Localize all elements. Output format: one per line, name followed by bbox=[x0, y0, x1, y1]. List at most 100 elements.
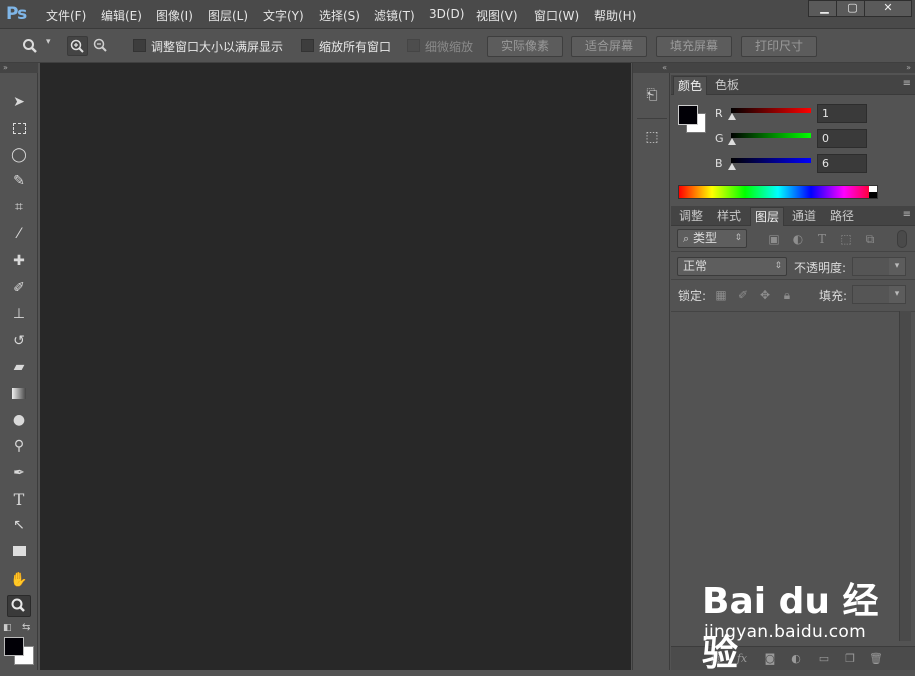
lasso-tool-icon[interactable]: ◯ bbox=[7, 144, 31, 166]
filter-toggle-switch[interactable] bbox=[897, 230, 907, 248]
menu-file[interactable]: 文件(F) bbox=[46, 7, 86, 24]
filter-type-icon[interactable]: T bbox=[815, 232, 829, 246]
color-spectrum-ramp[interactable] bbox=[678, 185, 878, 199]
tab-paths[interactable]: 路径 bbox=[826, 207, 858, 226]
green-value-field[interactable]: 0 bbox=[817, 129, 867, 148]
zoom-out-button[interactable] bbox=[91, 36, 112, 56]
lock-label: 锁定: bbox=[678, 289, 707, 303]
menu-type[interactable]: 文字(Y) bbox=[263, 7, 304, 24]
quick-selection-tool-icon[interactable]: ✎ bbox=[7, 170, 31, 192]
zoom-tool-active-icon[interactable] bbox=[7, 595, 31, 617]
menu-filter[interactable]: 滤镜(T) bbox=[374, 7, 415, 24]
gradient-tool-icon[interactable] bbox=[7, 383, 31, 405]
document-canvas-area[interactable] bbox=[40, 63, 631, 670]
right-panels-collapse-icon[interactable]: » bbox=[671, 63, 915, 73]
color-panel-tabstrip: 颜色 色板 ≡ bbox=[671, 75, 915, 95]
menu-window[interactable]: 窗口(W) bbox=[534, 7, 579, 24]
blend-mode-value: 正常 bbox=[683, 259, 708, 273]
red-slider-thumb[interactable] bbox=[728, 113, 736, 120]
lock-all-icon[interactable]: 🔒︎ bbox=[780, 288, 794, 302]
tab-adjustments[interactable]: 调整 bbox=[675, 207, 707, 226]
green-slider-thumb[interactable] bbox=[728, 138, 736, 145]
fill-screen-button[interactable]: 填充屏幕 bbox=[656, 36, 732, 57]
lock-image-icon[interactable]: ✐ bbox=[736, 288, 750, 302]
menu-help[interactable]: 帮助(H) bbox=[594, 7, 636, 24]
layer-filter-select[interactable]: ⌕ 类型 ⇕ bbox=[677, 229, 747, 248]
zoom-all-windows-checkbox[interactable] bbox=[301, 39, 314, 52]
opacity-input[interactable]: ▾ bbox=[852, 257, 906, 276]
swap-colors-icon[interactable]: ⇆ bbox=[22, 622, 30, 633]
move-tool-icon[interactable]: ➤ bbox=[7, 91, 31, 113]
fit-screen-button[interactable]: 适合屏幕 bbox=[571, 36, 647, 57]
zoom-in-button[interactable] bbox=[67, 36, 88, 56]
blue-value-field[interactable]: 6 bbox=[817, 154, 867, 173]
opacity-label: 不透明度: bbox=[794, 261, 847, 275]
menu-select[interactable]: 选择(S) bbox=[319, 7, 360, 24]
marquee-tool-icon[interactable] bbox=[7, 118, 31, 140]
blend-mode-select[interactable]: 正常 ⇕ bbox=[677, 257, 787, 276]
lock-position-icon[interactable]: ✥ bbox=[758, 288, 772, 302]
dodge-tool-icon[interactable]: ⚲ bbox=[7, 435, 31, 457]
red-slider-track[interactable] bbox=[731, 108, 811, 113]
menu-image[interactable]: 图像(I) bbox=[156, 7, 193, 24]
menu-view[interactable]: 视图(V) bbox=[476, 7, 518, 24]
baidu-watermark: Bai du 经验 jingyan.baidu.com bbox=[702, 572, 912, 674]
green-slider-track[interactable] bbox=[731, 133, 811, 138]
actual-pixels-button[interactable]: 实际像素 bbox=[487, 36, 563, 57]
resize-windows-checkbox[interactable] bbox=[133, 39, 146, 52]
filter-pixel-icon[interactable]: ▣ bbox=[767, 232, 781, 246]
clone-stamp-tool-icon[interactable]: ⊥ bbox=[7, 303, 31, 325]
tab-swatches[interactable]: 色板 bbox=[711, 76, 743, 95]
healing-brush-tool-icon[interactable]: ✚ bbox=[7, 250, 31, 272]
panel-foreground-swatch[interactable] bbox=[678, 105, 698, 125]
print-size-button[interactable]: 打印尺寸 bbox=[741, 36, 817, 57]
tab-channels[interactable]: 通道 bbox=[788, 207, 820, 226]
path-selection-tool-icon[interactable]: ↖ bbox=[7, 514, 31, 536]
dock-divider bbox=[637, 118, 667, 119]
tool-preset-dropdown-icon[interactable]: ▾ bbox=[46, 37, 51, 47]
crop-tool-icon[interactable]: ⌗ bbox=[7, 196, 31, 218]
pen-tool-icon[interactable]: ✒ bbox=[7, 462, 31, 484]
eraser-tool-icon[interactable]: ▰ bbox=[7, 356, 31, 378]
history-brush-tool-icon[interactable]: ↺ bbox=[7, 330, 31, 352]
filter-adjustment-icon[interactable]: ◐ bbox=[791, 232, 805, 246]
menu-edit[interactable]: 编辑(E) bbox=[101, 7, 142, 24]
red-value-field[interactable]: 1 bbox=[817, 104, 867, 123]
brush-tool-icon[interactable]: ✐ bbox=[7, 277, 31, 299]
filter-smart-object-icon[interactable]: ⧉ bbox=[863, 232, 877, 246]
lock-transparent-icon[interactable]: ▦ bbox=[714, 288, 728, 302]
menu-layer[interactable]: 图层(L) bbox=[208, 7, 248, 24]
fill-label: 填充: bbox=[819, 289, 848, 303]
menu-3d[interactable]: 3D(D) bbox=[429, 7, 464, 21]
layer-filter-label: 类型 bbox=[693, 231, 718, 245]
properties-panel-icon[interactable]: ⬚ bbox=[642, 129, 662, 149]
tab-color[interactable]: 颜色 bbox=[673, 76, 708, 95]
tab-styles[interactable]: 样式 bbox=[713, 207, 745, 226]
filter-shape-icon[interactable]: ⬚ bbox=[839, 232, 853, 246]
fill-input[interactable]: ▾ bbox=[852, 285, 906, 304]
zoom-tool-icon[interactable] bbox=[22, 38, 38, 54]
rectangle-tool-icon[interactable] bbox=[7, 540, 31, 562]
color-panel-menu-icon[interactable]: ≡ bbox=[903, 78, 911, 89]
filter-stepper-icon: ⇕ bbox=[734, 233, 742, 243]
foreground-color-swatch[interactable] bbox=[4, 637, 24, 656]
eyedropper-tool-icon[interactable]: ⁄ bbox=[7, 223, 31, 245]
collapsed-panel-dock: « ⎗ ⬚ bbox=[632, 63, 671, 670]
blue-slider-thumb[interactable] bbox=[728, 163, 736, 170]
fill-dropdown-icon[interactable]: ▾ bbox=[889, 286, 905, 303]
spectrum-black-swatch[interactable] bbox=[869, 192, 877, 198]
opacity-dropdown-icon[interactable]: ▾ bbox=[889, 258, 905, 275]
dock-collapse-icon[interactable]: « bbox=[633, 63, 671, 73]
history-panel-icon[interactable]: ⎗ bbox=[642, 87, 662, 107]
blue-slider-track[interactable] bbox=[731, 158, 811, 163]
layers-panel-menu-icon[interactable]: ≡ bbox=[903, 209, 911, 220]
type-tool-icon[interactable]: T bbox=[7, 489, 31, 511]
tools-collapse-icon[interactable]: » bbox=[0, 63, 38, 73]
tab-layers[interactable]: 图层 bbox=[750, 207, 785, 226]
hand-tool-icon[interactable]: ✋ bbox=[7, 569, 31, 591]
zoom-out-icon bbox=[93, 38, 107, 52]
scrubby-zoom-checkbox[interactable] bbox=[407, 39, 420, 52]
default-colors-icon[interactable]: ◧ bbox=[3, 623, 12, 633]
blur-tool-icon[interactable]: ● bbox=[7, 409, 31, 431]
close-button[interactable]: ✕ bbox=[864, 0, 912, 17]
